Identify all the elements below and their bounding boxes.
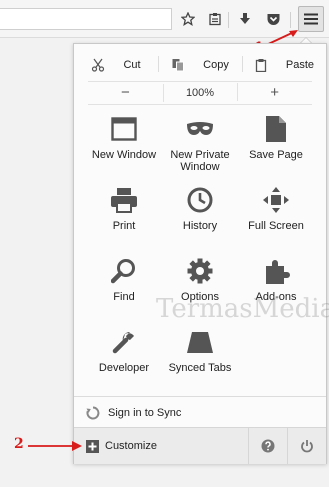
zoom-controls: − 100% +: [88, 81, 312, 105]
sync-label: Sign in to Sync: [108, 406, 182, 419]
zoom-out-button[interactable]: −: [88, 84, 163, 101]
cut-button[interactable]: Cut: [74, 52, 158, 78]
add-ons-button[interactable]: Add-ons: [238, 256, 314, 327]
cut-label: Cut: [123, 59, 141, 71]
customize-label: Customize: [105, 440, 157, 452]
star-icon: [181, 12, 195, 26]
help-button[interactable]: [248, 428, 287, 464]
printer-icon: [111, 188, 137, 213]
quit-button[interactable]: [287, 428, 326, 464]
save-page-button[interactable]: Save Page: [238, 114, 314, 185]
annotation-label-2: 2: [14, 436, 24, 452]
grid-label: Print: [112, 220, 136, 232]
sign-in-to-sync-button[interactable]: Sign in to Sync: [74, 396, 326, 428]
bookmarks-button[interactable]: [204, 8, 226, 30]
grid-label: New Window: [91, 149, 157, 161]
puzzle-icon: [266, 260, 290, 284]
hamburger-menu-icon: [304, 13, 318, 25]
url-bar[interactable]: [0, 8, 172, 30]
gear-icon: [187, 258, 213, 284]
new-window-button[interactable]: New Window: [86, 114, 162, 185]
wrench-icon: [112, 331, 134, 354]
menu-panel: Cut Copy Paste − 100% + New Window New P…: [73, 43, 329, 464]
clipboard-icon: [255, 59, 267, 72]
copy-button[interactable]: Copy: [158, 52, 242, 78]
full-screen-button[interactable]: Full Screen: [238, 185, 314, 256]
grid-label: Developer: [98, 362, 150, 374]
synced-tabs-button[interactable]: Synced Tabs: [162, 327, 238, 398]
clock-icon: [187, 187, 213, 213]
copy-label: Copy: [203, 59, 229, 71]
edit-controls: Cut Copy Paste: [74, 52, 326, 78]
page-icon: [266, 116, 286, 142]
downloads-button[interactable]: [234, 8, 256, 30]
pocket-icon: [267, 14, 279, 25]
fullscreen-icon: [263, 187, 289, 213]
help-icon: [261, 439, 275, 453]
plus-box-icon: [86, 439, 99, 453]
grid-label: History: [182, 220, 218, 232]
zoom-level: 100%: [185, 87, 215, 99]
zoom-in-button[interactable]: +: [237, 83, 312, 101]
history-button[interactable]: History: [162, 185, 238, 256]
grid-label: Save Page: [249, 149, 303, 161]
options-button[interactable]: Options: [162, 256, 238, 327]
new-private-window-button[interactable]: New Private Window: [162, 114, 238, 185]
grid-label: Options: [181, 291, 219, 303]
menu-footer: Customize: [74, 427, 326, 464]
grid-label: Full Screen: [248, 220, 304, 232]
download-icon: [240, 13, 250, 24]
annotation-arrow-2: [28, 441, 82, 451]
copy-icon: [172, 59, 185, 72]
grid-label: Synced Tabs: [168, 362, 232, 374]
zoom-out-symbol: −: [120, 84, 130, 101]
find-button[interactable]: Find: [86, 256, 162, 327]
synced-tabs-icon: [187, 332, 213, 353]
menu-grid: New Window New Private Window Save Page …: [74, 114, 329, 398]
scissors-icon: [92, 58, 105, 72]
customize-button[interactable]: Customize: [74, 428, 248, 464]
mask-icon: [187, 122, 213, 135]
print-button[interactable]: Print: [86, 185, 162, 256]
bookmark-star-button[interactable]: [177, 8, 199, 30]
window-icon: [111, 117, 137, 141]
paste-label: Paste: [285, 59, 315, 71]
reading-list-icon: [209, 13, 221, 26]
sync-icon: [86, 406, 100, 420]
paste-button[interactable]: Paste: [242, 52, 326, 78]
grid-label: New Private Window: [170, 149, 230, 173]
grid-label: Find: [113, 291, 135, 303]
power-icon: [301, 440, 313, 453]
magnifier-icon: [111, 259, 135, 284]
grid-label: Add-ons: [255, 291, 297, 303]
zoom-in-symbol: +: [270, 84, 280, 101]
developer-button[interactable]: Developer: [86, 327, 162, 398]
zoom-reset-button[interactable]: 100%: [162, 84, 238, 102]
